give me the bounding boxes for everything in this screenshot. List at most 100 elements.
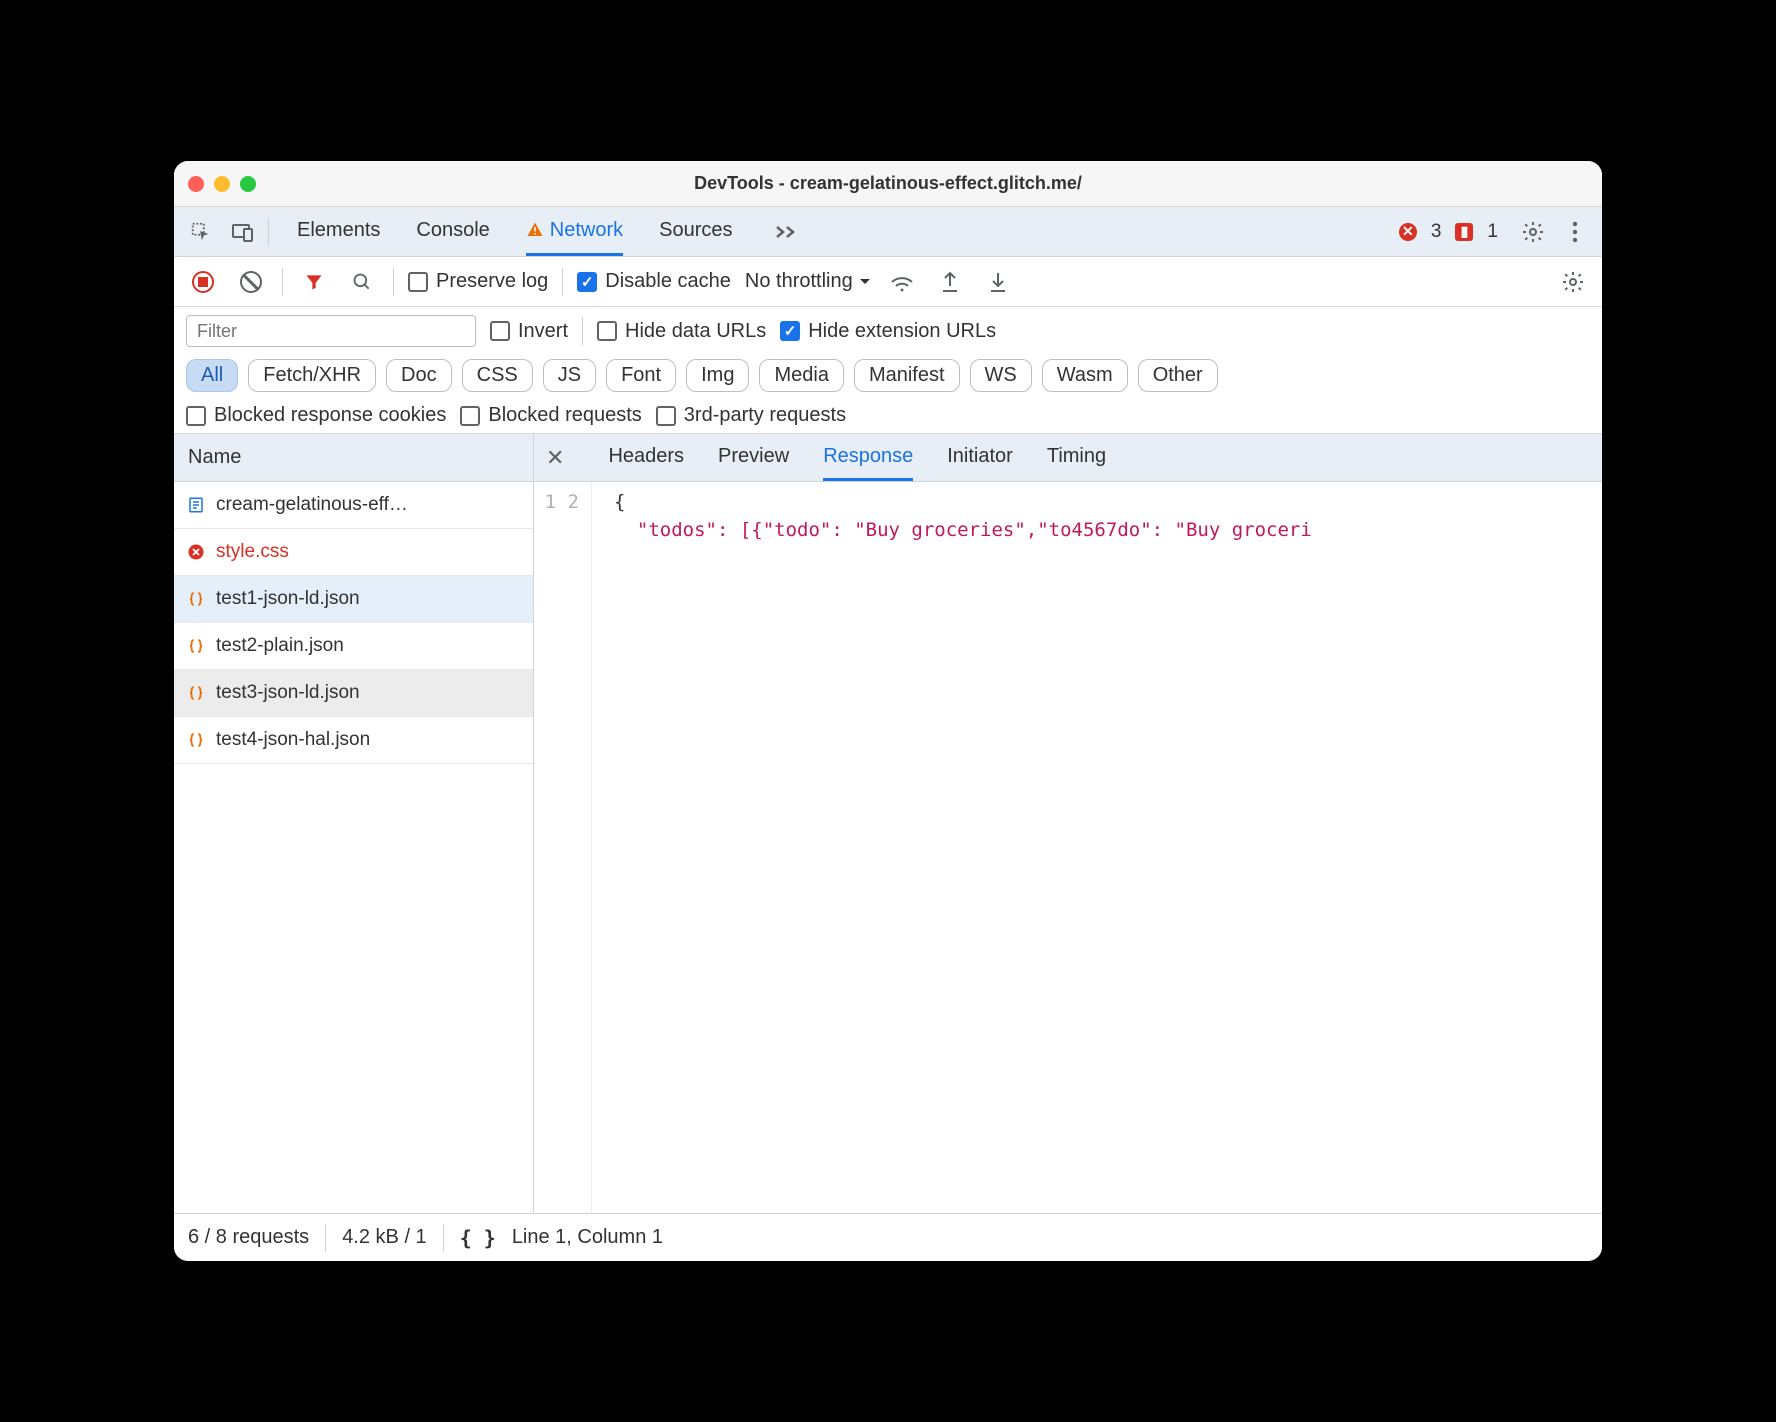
divider [562,268,563,296]
record-button[interactable] [186,265,220,299]
type-filter-ws[interactable]: WS [970,359,1032,392]
divider [393,268,394,296]
filter-toggle-icon[interactable] [297,265,331,299]
divider [282,268,283,296]
divider [443,1224,444,1252]
network-settings-icon[interactable] [1556,265,1590,299]
checkbox-icon [577,272,597,292]
detail-tabs: ✕ Headers Preview Response Initiator Tim… [534,434,1602,482]
clear-button[interactable] [234,265,268,299]
type-filter-font[interactable]: Font [606,359,676,392]
request-row[interactable]: style.css [174,529,533,576]
type-filter-manifest[interactable]: Manifest [854,359,960,392]
type-filter-all[interactable]: All [186,359,238,392]
status-cursor: Line 1, Column 1 [512,1226,663,1249]
request-row[interactable]: cream-gelatinous-eff… [174,482,533,529]
minimize-window-icon[interactable] [214,176,230,192]
invert-label: Invert [518,320,568,343]
maximize-window-icon[interactable] [240,176,256,192]
tab-console[interactable]: Console [416,207,489,256]
error-icon [186,543,206,561]
issue-badge-icon: ▮ [1455,223,1473,241]
request-row[interactable]: test3-json-ld.json [174,670,533,717]
import-har-icon[interactable] [981,265,1015,299]
clear-icon [240,271,262,293]
issue-count: 1 [1487,221,1498,243]
request-name: style.css [216,541,289,563]
tab-sources[interactable]: Sources [659,207,732,256]
detail-tab-timing[interactable]: Timing [1047,434,1106,481]
detail-tab-headers[interactable]: Headers [608,434,684,481]
traffic-lights [188,176,256,192]
network-conditions-icon[interactable] [885,265,919,299]
more-tabs-icon[interactable] [769,215,803,249]
response-code[interactable]: 1 2 { "todos": [{"todo": "Buy groceries"… [534,482,1602,1213]
close-detail-icon[interactable]: ✕ [546,445,564,471]
kebab-menu-icon[interactable] [1558,215,1592,249]
request-name: cream-gelatinous-eff… [216,494,408,516]
tab-network[interactable]: Network [526,207,623,256]
filter-row: Invert Hide data URLs Hide extension URL… [174,307,1602,353]
network-toolbar: Preserve log Disable cache No throttling [174,257,1602,307]
third-party-checkbox[interactable]: 3rd-party requests [656,404,846,427]
filter-input[interactable] [186,315,476,347]
json-icon [186,637,206,655]
device-toolbar-icon[interactable] [226,215,260,249]
blocked-cookies-label: Blocked response cookies [214,404,446,427]
blocked-cookies-checkbox[interactable]: Blocked response cookies [186,404,446,427]
request-row[interactable]: test4-json-hal.json [174,717,533,764]
type-filter-doc[interactable]: Doc [386,359,452,392]
type-filter-fetchxhr[interactable]: Fetch/XHR [248,359,376,392]
checkbox-icon [656,406,676,426]
json-icon [186,590,206,608]
status-requests: 6 / 8 requests [188,1226,309,1249]
export-har-icon[interactable] [933,265,967,299]
issues-badges[interactable]: ✕ 3 ▮ 1 [1399,221,1498,243]
pretty-print-icon[interactable]: { } [460,1226,496,1250]
type-filter-js[interactable]: JS [543,359,596,392]
checkbox-icon [597,321,617,341]
checkbox-icon [780,321,800,341]
request-name: test4-json-hal.json [216,729,370,751]
status-transferred: 4.2 kB / 1 [342,1226,427,1249]
type-filter-css[interactable]: CSS [462,359,533,392]
type-filter-wasm[interactable]: Wasm [1042,359,1128,392]
divider [268,218,269,246]
request-list: Name cream-gelatinous-eff… style.css [174,434,534,1213]
checkbox-icon [408,272,428,292]
third-party-label: 3rd-party requests [684,404,846,427]
checkbox-icon [490,321,510,341]
preserve-log-checkbox[interactable]: Preserve log [408,270,548,293]
preserve-log-label: Preserve log [436,270,548,293]
settings-icon[interactable] [1516,215,1550,249]
request-row[interactable]: test1-json-ld.json [174,576,533,623]
blocked-requests-checkbox[interactable]: Blocked requests [460,404,641,427]
warning-icon [526,221,544,239]
tab-elements[interactable]: Elements [297,207,380,256]
inspect-icon[interactable] [184,215,218,249]
type-filter-img[interactable]: Img [686,359,749,392]
type-filter-other[interactable]: Other [1138,359,1218,392]
invert-checkbox[interactable]: Invert [490,320,568,343]
throttling-value: No throttling [745,270,853,293]
more-filters-row: Blocked response cookies Blocked request… [174,398,1602,434]
hide-data-urls-checkbox[interactable]: Hide data URLs [597,320,766,343]
type-filter-media[interactable]: Media [759,359,843,392]
main-pane: Name cream-gelatinous-eff… style.css [174,434,1602,1213]
detail-tab-preview[interactable]: Preview [718,434,789,481]
request-list-header[interactable]: Name [174,434,533,482]
blocked-requests-label: Blocked requests [488,404,641,427]
code-content: { "todos": [{"todo": "Buy groceries","to… [592,482,1602,1213]
detail-tab-initiator[interactable]: Initiator [947,434,1013,481]
checkbox-icon [460,406,480,426]
search-icon[interactable] [345,265,379,299]
status-bar: 6 / 8 requests 4.2 kB / 1 { } Line 1, Co… [174,1213,1602,1261]
disable-cache-checkbox[interactable]: Disable cache [577,270,731,293]
request-row[interactable]: test2-plain.json [174,623,533,670]
throttling-select[interactable]: No throttling [745,270,871,293]
detail-tab-response[interactable]: Response [823,434,913,481]
request-list-body: cream-gelatinous-eff… style.css test1-js… [174,482,533,1213]
hide-extension-urls-checkbox[interactable]: Hide extension URLs [780,320,996,343]
close-window-icon[interactable] [188,176,204,192]
request-name: test1-json-ld.json [216,588,360,610]
